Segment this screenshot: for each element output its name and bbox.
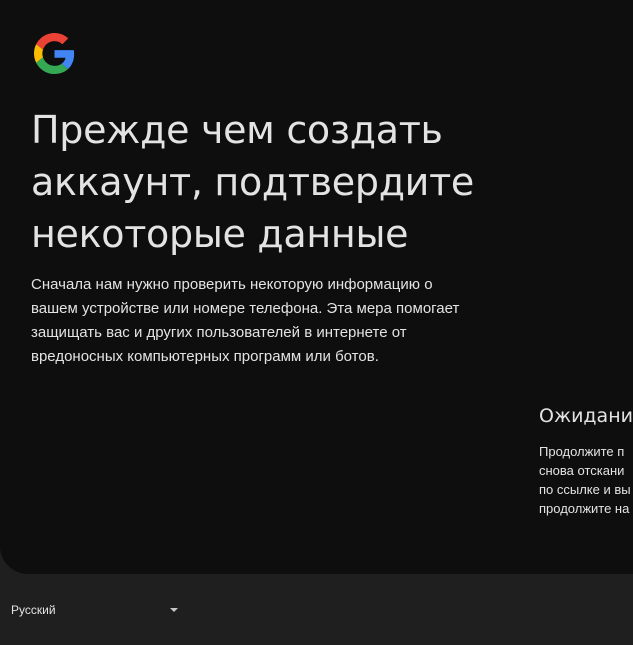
page-title-line-3: некоторые данные bbox=[31, 212, 409, 256]
waiting-text-line: снова отскани bbox=[539, 463, 625, 478]
signup-card: Прежде чем создать аккаунт, подтвердите … bbox=[0, 0, 633, 574]
caret-down-icon bbox=[170, 608, 178, 612]
intro-line-1: Сначала нам нужно проверить некоторую ин… bbox=[31, 276, 433, 293]
intro-text: Сначала нам нужно проверить некоторую ин… bbox=[31, 273, 506, 369]
intro-line-2: вашем устройстве или номере телефона. Эт… bbox=[31, 300, 460, 317]
language-selector-label: Русский bbox=[11, 603, 56, 617]
page-title: Прежде чем создать аккаунт, подтвердите … bbox=[31, 104, 551, 260]
waiting-text: Продолжите п снова отскани по ссылке и в… bbox=[539, 442, 633, 518]
language-selector[interactable]: Русский bbox=[11, 598, 181, 622]
waiting-text-line: по ссылке и вы bbox=[539, 482, 631, 497]
page-title-line-1: Прежде чем создать bbox=[31, 108, 443, 152]
waiting-text-line: продолжите на bbox=[539, 501, 630, 516]
page-title-line-2: аккаунт, подтвердите bbox=[31, 160, 474, 204]
intro-line-3: защищать вас и других пользователей в ин… bbox=[31, 324, 407, 341]
waiting-title: Ожидание bbox=[539, 405, 633, 427]
waiting-panel: Ожидание Продолжите п снова отскани по с… bbox=[539, 401, 633, 518]
google-logo-icon bbox=[34, 33, 75, 74]
waiting-text-line: Продолжите п bbox=[539, 444, 625, 459]
intro-line-4: вредоносных компьютерных программ или бо… bbox=[31, 348, 379, 365]
footer: Русский bbox=[0, 574, 633, 645]
